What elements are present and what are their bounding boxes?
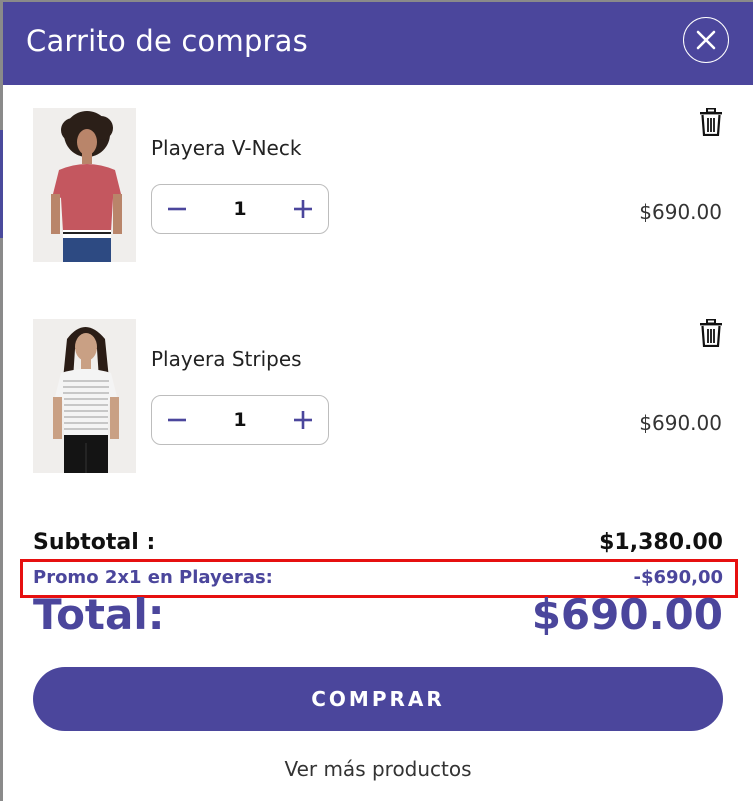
cart-header: Carrito de compras: [3, 2, 753, 85]
close-icon: [696, 30, 716, 50]
plus-icon: [294, 200, 312, 218]
buy-button[interactable]: COMPRAR: [33, 667, 723, 731]
plus-icon: [294, 411, 312, 429]
cart-title: Carrito de compras: [26, 24, 308, 58]
decrease-button[interactable]: [152, 396, 202, 444]
product-image[interactable]: [33, 319, 136, 473]
product-image[interactable]: [33, 108, 136, 262]
total-row: Total: $690.00: [33, 590, 723, 639]
increase-button[interactable]: [278, 396, 328, 444]
increase-button[interactable]: [278, 185, 328, 233]
minus-icon: [168, 418, 186, 422]
subtotal-value: $1,380.00: [599, 530, 723, 555]
quantity-stepper: 1: [151, 395, 329, 445]
product-name: Playera Stripes: [151, 347, 302, 371]
see-more-products-link[interactable]: Ver más productos: [3, 757, 753, 781]
trash-icon[interactable]: [699, 318, 723, 348]
product-price: $690.00: [639, 200, 722, 224]
trash-icon[interactable]: [699, 107, 723, 137]
cart-item: Playera V-Neck 1 $690.00: [3, 107, 753, 268]
cart-item: Playera Stripes 1 $690.00: [3, 318, 753, 479]
quantity-stepper: 1: [151, 184, 329, 234]
close-button[interactable]: [683, 17, 729, 63]
cart-panel: Carrito de compras Playera V-Neck 1 $690…: [3, 2, 753, 801]
quantity-value[interactable]: 1: [202, 396, 278, 444]
product-price: $690.00: [639, 411, 722, 435]
subtotal-label: Subtotal :: [33, 530, 156, 555]
total-label: Total:: [33, 590, 165, 639]
subtotal-row: Subtotal : $1,380.00: [33, 530, 723, 555]
total-value: $690.00: [531, 590, 723, 639]
decrease-button[interactable]: [152, 185, 202, 233]
quantity-value[interactable]: 1: [202, 185, 278, 233]
minus-icon: [168, 207, 186, 211]
product-name: Playera V-Neck: [151, 136, 302, 160]
